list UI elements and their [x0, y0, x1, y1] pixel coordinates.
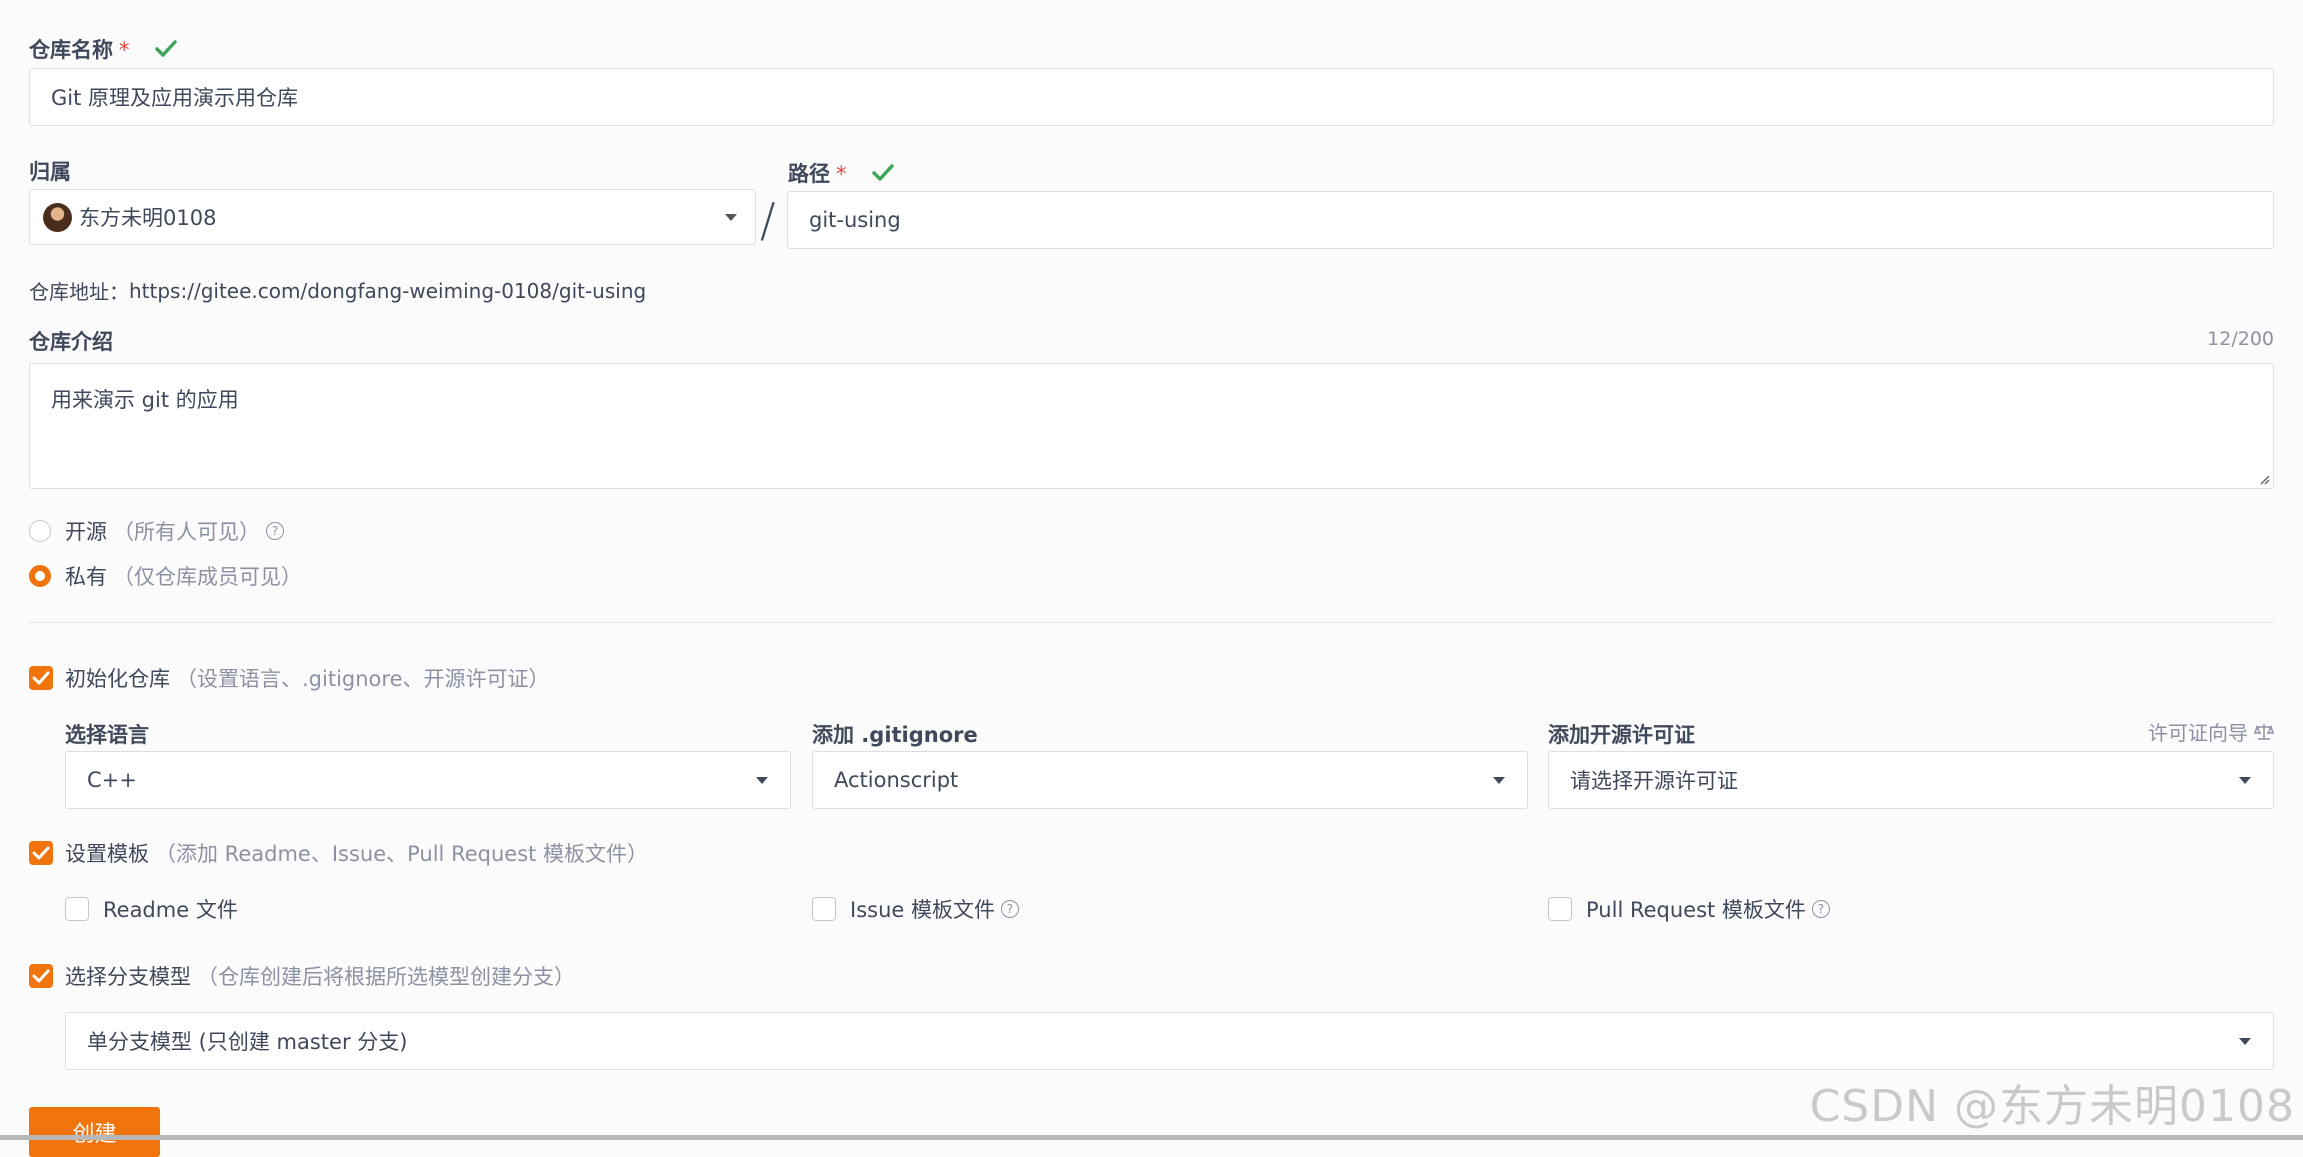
branch-model-label: 选择分支模型 [65, 965, 191, 989]
readme-label: Readme 文件 [103, 898, 238, 922]
visibility-private-option[interactable]: 私有 （仅仓库成员可见） [29, 561, 302, 591]
description-textarea[interactable]: 用来演示 git 的应用 [29, 363, 2274, 489]
private-hint: （仅仓库成员可见） [113, 565, 302, 589]
create-button[interactable]: 创建 [29, 1107, 160, 1157]
public-radio[interactable] [29, 520, 51, 542]
gitignore-select[interactable]: Actionscript [812, 751, 1528, 809]
repo-url: 仓库地址： https://gitee.com/dongfang-weiming-… [29, 276, 646, 305]
template-checkbox[interactable] [29, 841, 53, 865]
repo-url-value: https://gitee.com/dongfang-weiming-0108/… [129, 278, 647, 303]
chevron-down-icon [756, 777, 768, 784]
question-circle-icon[interactable]: ? [266, 522, 284, 540]
avatar [43, 202, 72, 232]
pull-request-template-checkbox[interactable] [1548, 897, 1572, 921]
issue-template-label: Issue 模板文件 [850, 898, 995, 922]
owner-label: 归属 [29, 160, 71, 184]
path-value: git-using [809, 208, 901, 232]
description-counter: 12/200 [2207, 328, 2274, 350]
license-guide-text: 许可证向导 [2148, 721, 2248, 745]
watermark: CSDN @东方未明0108 [1809, 1081, 2295, 1132]
description-label: 仓库介绍 [29, 330, 113, 354]
public-hint: （所有人可见） [113, 520, 260, 544]
readme-option[interactable]: Readme 文件 [65, 894, 238, 924]
license-guide-link[interactable]: 许可证向导 [2148, 717, 2274, 746]
init-repo-label: 初始化仓库 [65, 667, 170, 691]
question-circle-icon[interactable]: ? [1000, 900, 1019, 918]
scale-icon [2254, 723, 2274, 740]
path-label: 路径 * [788, 158, 894, 188]
init-repo-hint: （设置语言、.gitignore、开源许可证） [176, 667, 550, 691]
template-hint: （添加 Readme、Issue、Pull Request 模板文件） [155, 842, 649, 866]
branch-model-checkbox[interactable] [29, 964, 53, 988]
owner-select[interactable]: 东方未明0108 [29, 189, 756, 245]
readme-checkbox[interactable] [65, 897, 89, 921]
gitignore-label: 添加 .gitignore [812, 723, 978, 747]
path-separator: / [760, 193, 776, 247]
branch-model-option[interactable]: 选择分支模型 （仓库创建后将根据所选模型创建分支） [29, 961, 575, 991]
chevron-down-icon [2239, 777, 2251, 784]
pull-request-template-option[interactable]: Pull Request 模板文件 ? [1548, 894, 1830, 924]
template-label: 设置模板 [65, 842, 149, 866]
branch-model-select[interactable]: 单分支模型 (只创建 master 分支) [65, 1012, 2274, 1070]
owner-value: 东方未明0108 [79, 206, 217, 230]
branch-model-value: 单分支模型 (只创建 master 分支) [87, 1030, 408, 1054]
private-label: 私有 [65, 565, 107, 589]
private-radio[interactable] [29, 565, 51, 587]
chevron-down-icon [1493, 777, 1505, 784]
repo-name-label: 仓库名称 * [29, 34, 177, 64]
gitignore-value: Actionscript [834, 768, 959, 792]
license-select[interactable]: 请选择开源许可证 [1548, 751, 2274, 809]
resize-handle-icon[interactable] [2258, 473, 2270, 485]
question-circle-icon[interactable]: ? [1811, 900, 1830, 918]
language-label: 选择语言 [65, 723, 149, 747]
license-label: 添加开源许可证 [1548, 723, 1695, 747]
issue-template-option[interactable]: Issue 模板文件 ? [812, 894, 1019, 924]
check-icon [155, 39, 177, 63]
required-mark: * [836, 162, 847, 186]
chevron-down-icon [725, 214, 737, 221]
pull-request-template-label: Pull Request 模板文件 [1586, 898, 1806, 922]
repo-url-label: 仓库地址： [29, 280, 129, 304]
path-input[interactable]: git-using [787, 191, 2274, 249]
public-label: 开源 [65, 520, 107, 544]
issue-template-checkbox[interactable] [812, 897, 836, 921]
branch-model-hint: （仓库创建后将根据所选模型创建分支） [197, 965, 575, 989]
license-placeholder: 请选择开源许可证 [1570, 769, 1738, 793]
divider [29, 622, 2274, 623]
init-repo-option[interactable]: 初始化仓库 （设置语言、.gitignore、开源许可证） [29, 663, 550, 693]
chevron-down-icon [2239, 1038, 2251, 1045]
visibility-public-option[interactable]: 开源 （所有人可见） ? [29, 516, 284, 546]
check-icon [872, 163, 894, 187]
description-value: 用来演示 git 的应用 [51, 388, 239, 412]
language-value: C++ [87, 768, 137, 792]
window-bottom-edge [0, 1135, 2303, 1140]
init-repo-checkbox[interactable] [29, 666, 53, 690]
repo-name-value: Git 原理及应用演示用仓库 [51, 86, 299, 110]
repo-name-input[interactable]: Git 原理及应用演示用仓库 [29, 68, 2274, 126]
language-select[interactable]: C++ [65, 751, 791, 809]
required-mark: * [119, 38, 130, 62]
template-option[interactable]: 设置模板 （添加 Readme、Issue、Pull Request 模板文件） [29, 838, 648, 868]
